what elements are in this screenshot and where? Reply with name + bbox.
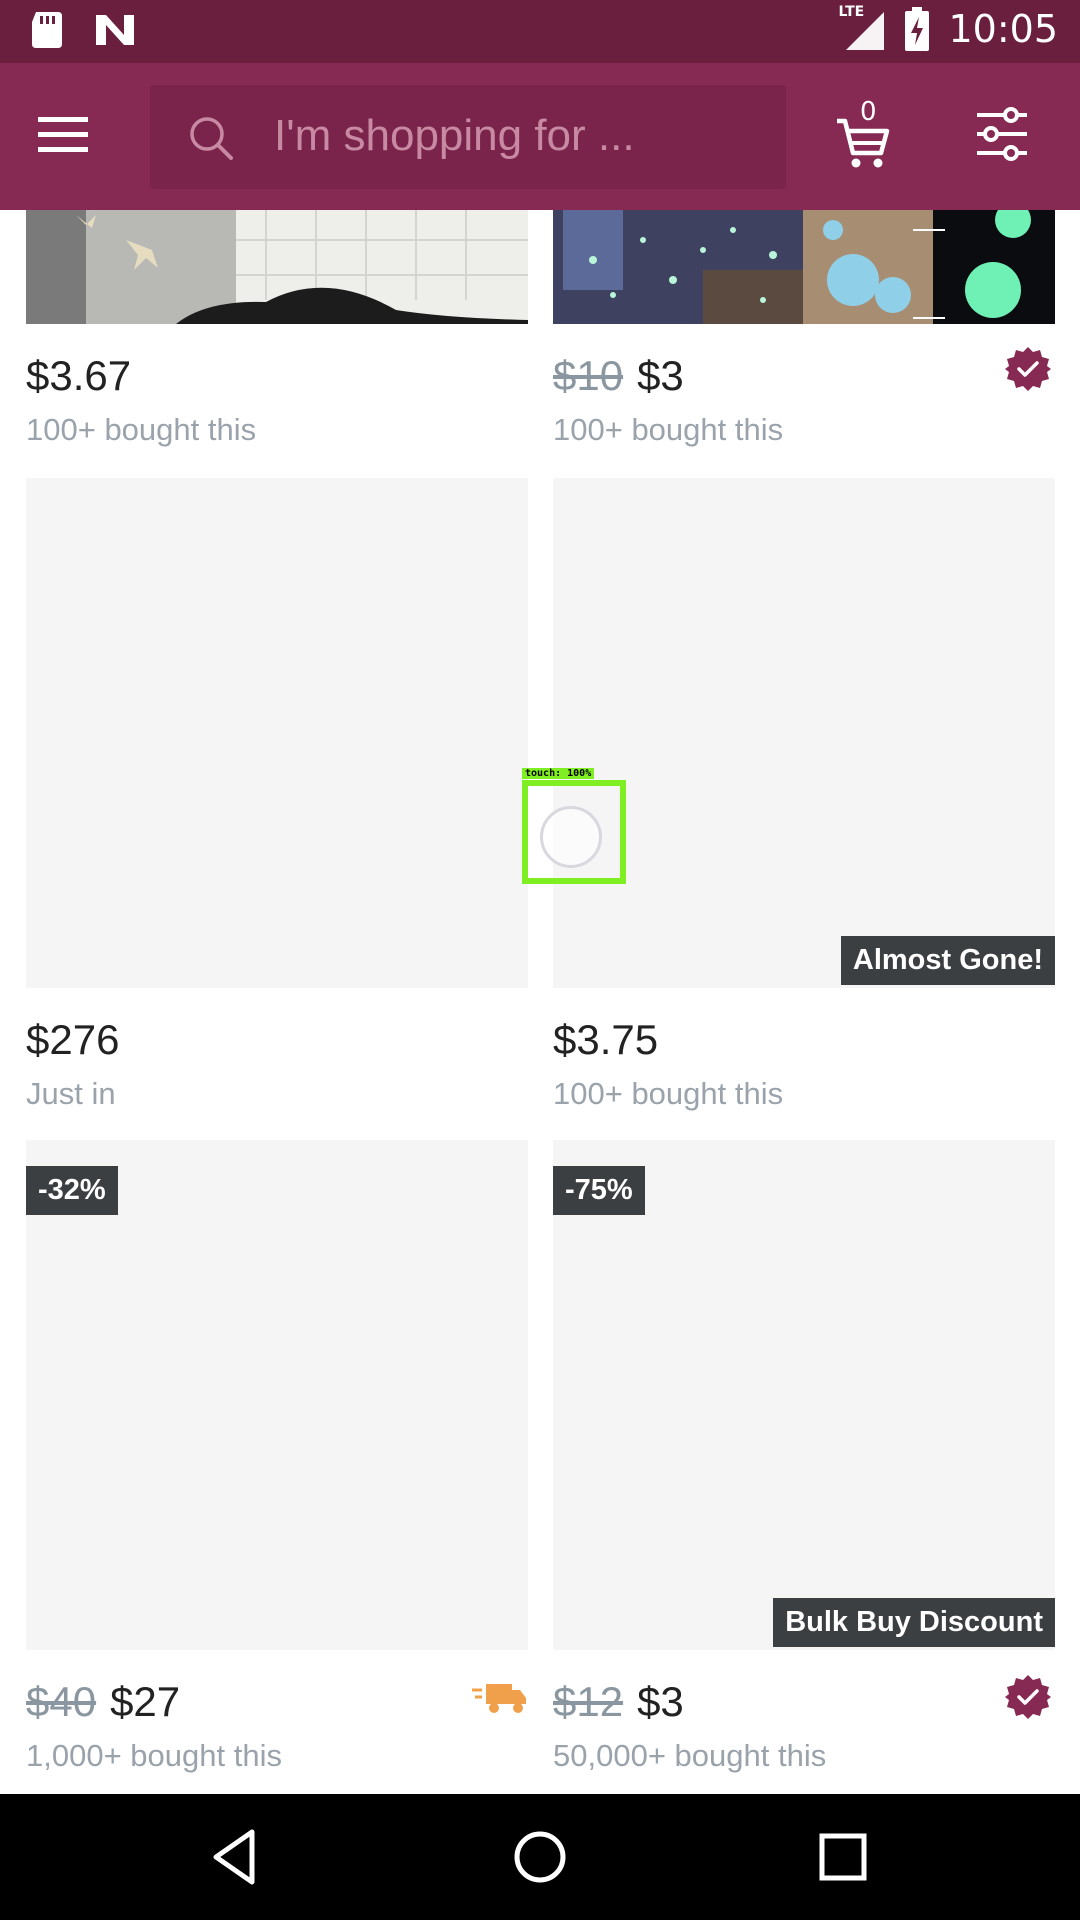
price-row: $10 $3 bbox=[553, 352, 684, 400]
current-price: $3 bbox=[637, 352, 684, 399]
verified-check-icon bbox=[1005, 1675, 1051, 1719]
product-card[interactable]: $3.67 100+ bought this bbox=[26, 210, 528, 450]
product-image[interactable] bbox=[553, 478, 1055, 988]
purchase-count: 1,000+ bought this bbox=[26, 1738, 282, 1773]
touch-indicator-label: touch: 100% bbox=[522, 768, 595, 779]
discount-badge: -75% bbox=[553, 1166, 645, 1215]
current-price: $27 bbox=[110, 1678, 181, 1725]
current-price: $3.75 bbox=[553, 1016, 659, 1063]
almost-gone-badge: Almost Gone! bbox=[840, 936, 1055, 985]
status-time: 10:05 bbox=[948, 7, 1058, 51]
recents-icon[interactable] bbox=[808, 1822, 878, 1892]
price-row: $3.75 bbox=[553, 1016, 658, 1064]
current-price: $3.67 bbox=[26, 352, 132, 399]
filter-sliders-icon bbox=[977, 107, 1027, 161]
sd-card-icon bbox=[32, 12, 62, 48]
signal-icon: LTE bbox=[838, 4, 886, 52]
price-row: $276 bbox=[26, 1016, 119, 1064]
filter-button[interactable] bbox=[975, 107, 1037, 169]
current-price: $3 bbox=[637, 1678, 684, 1725]
battery-charging-icon bbox=[905, 7, 930, 51]
app-bar: I'm shopping for ... 0 bbox=[0, 63, 1080, 210]
current-price: $276 bbox=[26, 1016, 120, 1063]
n-logo-icon bbox=[96, 15, 134, 45]
fast-shipping-truck-icon bbox=[472, 1684, 526, 1713]
home-icon[interactable] bbox=[505, 1822, 575, 1892]
product-card[interactable]: $10 $3 100+ bought this bbox=[553, 210, 1055, 450]
price-row: $12 $3 bbox=[553, 1678, 684, 1726]
purchase-count: 100+ bought this bbox=[26, 412, 257, 447]
product-card[interactable]: -75% Bulk Buy Discount $12 $3 50,000+ bo… bbox=[553, 1140, 1055, 1790]
discount-badge: -32% bbox=[26, 1166, 118, 1215]
cart-count-badge: 0 bbox=[860, 97, 877, 127]
bulk-buy-badge: Bulk Buy Discount bbox=[773, 1598, 1055, 1647]
purchase-count: 100+ bought this bbox=[553, 412, 784, 447]
search-placeholder: I'm shopping for ... bbox=[274, 111, 635, 160]
product-image[interactable] bbox=[553, 1140, 1055, 1650]
bedroom-photo bbox=[26, 210, 528, 324]
product-image[interactable] bbox=[26, 478, 528, 988]
original-price: $12 bbox=[553, 1678, 624, 1725]
search-input[interactable]: I'm shopping for ... bbox=[150, 85, 786, 189]
hamburger-menu-icon bbox=[38, 117, 88, 152]
product-image[interactable] bbox=[553, 210, 1055, 324]
touch-point bbox=[540, 806, 602, 868]
product-grid: $3.67 100+ bought this $10 $3 100+ bough… bbox=[0, 210, 1080, 1794]
product-card[interactable]: -32% $40 $27 1,000+ bought this bbox=[26, 1140, 528, 1790]
original-price: $10 bbox=[553, 352, 624, 399]
menu-button[interactable] bbox=[30, 103, 116, 169]
system-nav-bar bbox=[0, 1794, 1080, 1920]
glow-stars-photo bbox=[553, 210, 1055, 324]
product-image[interactable] bbox=[26, 210, 528, 324]
purchase-count: 50,000+ bought this bbox=[553, 1738, 827, 1773]
product-card[interactable]: $276 Just in bbox=[26, 478, 528, 1118]
back-icon[interactable] bbox=[200, 1822, 270, 1892]
price-row: $40 $27 bbox=[26, 1678, 180, 1726]
purchase-count: 100+ bought this bbox=[553, 1076, 784, 1111]
cart-button[interactable]: 0 bbox=[835, 97, 905, 173]
product-image[interactable] bbox=[26, 1140, 528, 1650]
status-bar: LTE 10:05 bbox=[0, 0, 1080, 63]
price-row: $3.67 bbox=[26, 352, 131, 400]
product-card[interactable]: Almost Gone! $3.75 100+ bought this bbox=[553, 478, 1055, 1118]
verified-check-icon bbox=[1005, 347, 1051, 391]
original-price: $40 bbox=[26, 1678, 97, 1725]
search-icon bbox=[190, 117, 233, 160]
network-type-label: LTE bbox=[838, 4, 865, 20]
product-status: Just in bbox=[26, 1076, 116, 1111]
